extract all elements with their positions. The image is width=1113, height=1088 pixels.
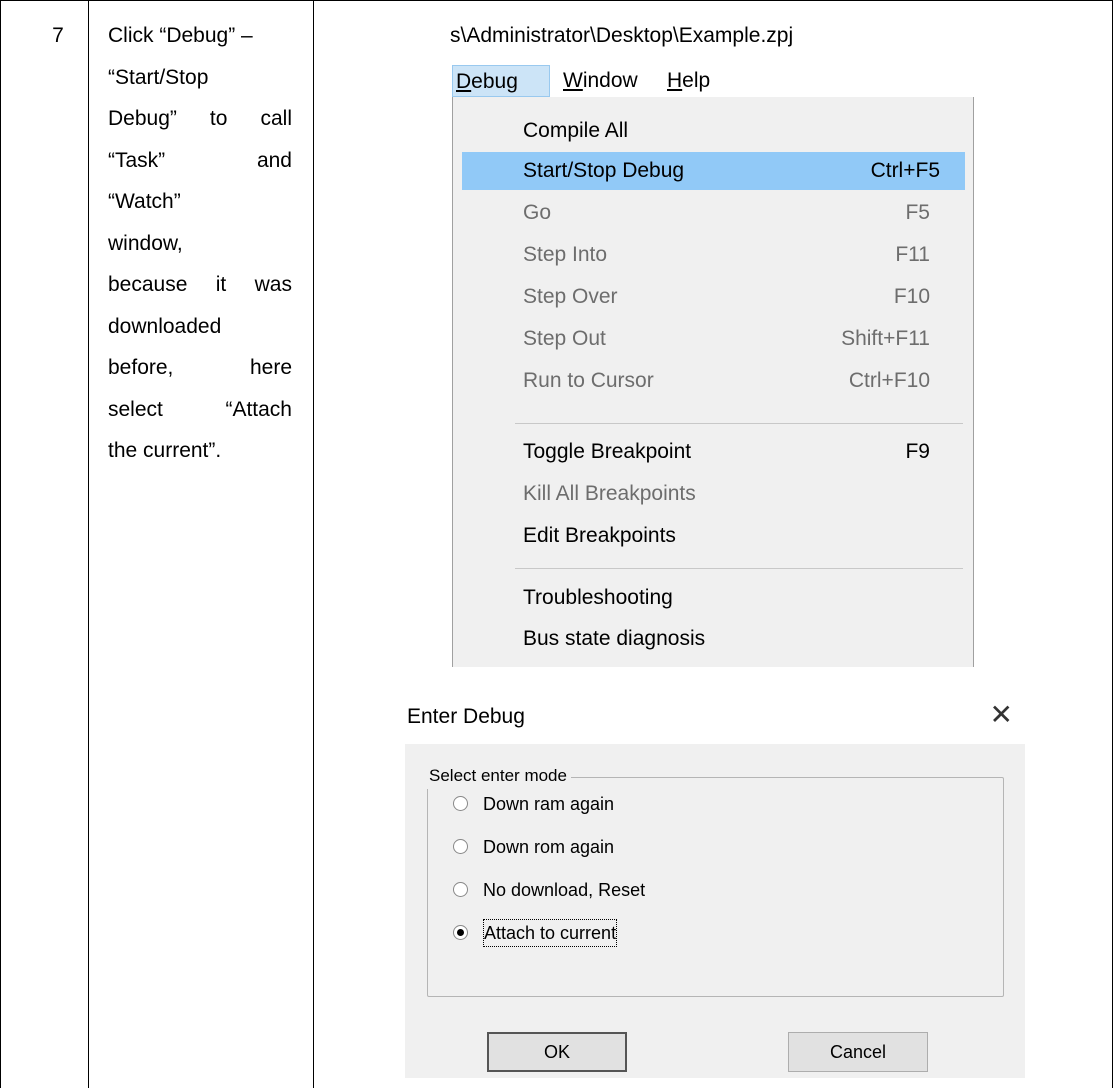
debug-menu-dropdown: Compile All Start/Stop Debug Ctrl+F5 Go … bbox=[452, 97, 974, 667]
menu-item-label: Run to Cursor bbox=[523, 369, 654, 392]
menu-item-compile-all[interactable]: Compile All bbox=[453, 112, 964, 150]
enter-debug-dialog: Enter Debug ✕ Select enter mode Down ram… bbox=[405, 690, 1025, 1078]
radio-label: Down rom again bbox=[483, 837, 615, 857]
instruction-line: before, here bbox=[108, 356, 292, 379]
radio-label: Attach to current bbox=[483, 919, 618, 947]
menu-item-label: Compile All bbox=[523, 119, 629, 142]
table-divider-2 bbox=[313, 0, 314, 1088]
menu-item-label: Step Out bbox=[523, 327, 606, 350]
menu-item-label: Step Into bbox=[523, 243, 608, 266]
menu-window-mnemonic: W bbox=[563, 69, 583, 92]
menu-item-step-out: Step Out Shift+F11 bbox=[453, 320, 964, 358]
close-icon[interactable]: ✕ bbox=[990, 700, 1013, 730]
instruction-line: “Task” and bbox=[108, 148, 292, 172]
menu-item-run-to-cursor: Run to Cursor Ctrl+F10 bbox=[453, 362, 964, 400]
instruction-line: downloaded bbox=[108, 314, 222, 338]
menu-item-label: Kill All Breakpoints bbox=[523, 482, 696, 505]
menu-item-shortcut: F5 bbox=[905, 201, 930, 224]
window-title: s\Administrator\Desktop\Example.zpj bbox=[450, 24, 794, 47]
instruction-text: Click “Debug” – “Start/Stop Debug” to ca… bbox=[108, 20, 292, 477]
menu-item-shortcut: Shift+F11 bbox=[841, 327, 930, 350]
instruction-line: window, bbox=[108, 231, 183, 255]
menu-debug-mnemonic: D bbox=[456, 70, 472, 93]
instruction-line: because it was bbox=[108, 273, 292, 296]
table-border-top bbox=[0, 0, 1113, 1]
menu-item-shortcut: Ctrl+F5 bbox=[870, 159, 940, 182]
menu-item-step-into: Step Into F11 bbox=[453, 236, 964, 274]
menu-help-rest: elp bbox=[682, 69, 711, 92]
menu-item-go: Go F5 bbox=[453, 194, 964, 232]
cancel-button[interactable]: Cancel bbox=[788, 1032, 928, 1072]
menu-item-label: Bus state diagnosis bbox=[523, 627, 706, 650]
instruction-line: Click “Debug” – bbox=[108, 24, 253, 47]
radio-button[interactable] bbox=[453, 839, 468, 854]
step-number: 7 bbox=[52, 24, 64, 47]
menu-separator bbox=[515, 568, 963, 569]
instruction-line: Debug” to call bbox=[108, 107, 292, 130]
instruction-line: “Watch” bbox=[108, 190, 181, 213]
instruction-line: the current”. bbox=[108, 439, 222, 462]
menu-item-label: Start/Stop Debug bbox=[523, 159, 685, 182]
radio-button[interactable] bbox=[453, 882, 468, 897]
menu-item-shortcut: Ctrl+F10 bbox=[848, 369, 930, 392]
radio-button-selected[interactable] bbox=[453, 925, 468, 940]
menu-window[interactable]: Window bbox=[563, 65, 638, 97]
dialog-body: Select enter mode Down ram again Down ro… bbox=[405, 744, 1025, 1078]
menu-item-label: Go bbox=[523, 201, 552, 224]
menu-separator bbox=[515, 423, 963, 424]
enter-mode-groupbox: Select enter mode Down ram again Down ro… bbox=[426, 763, 1004, 997]
menu-item-troubleshooting[interactable]: Troubleshooting bbox=[453, 579, 964, 617]
ok-button[interactable]: OK bbox=[487, 1032, 627, 1072]
menu-debug-rest: ebug bbox=[471, 70, 518, 93]
table-divider-1 bbox=[88, 0, 89, 1088]
radio-button[interactable] bbox=[453, 796, 468, 811]
menu-debug[interactable]: Debug bbox=[452, 65, 550, 97]
menu-item-label: Toggle Breakpoint bbox=[523, 440, 692, 463]
menu-item-label: Edit Breakpoints bbox=[523, 524, 676, 547]
menu-item-label: Step Over bbox=[523, 285, 618, 308]
menu-help-mnemonic: H bbox=[667, 69, 683, 92]
menu-item-shortcut: F11 bbox=[895, 243, 930, 266]
menu-item-step-over: Step Over F10 bbox=[453, 278, 964, 316]
menu-bar: Debug Window Help bbox=[450, 65, 980, 97]
menu-window-rest: indow bbox=[582, 69, 638, 92]
radio-label: No download, Reset bbox=[483, 880, 646, 900]
menu-item-bus-state-diagnosis[interactable]: Bus state diagnosis bbox=[453, 620, 964, 658]
table-border-left bbox=[0, 0, 1, 1088]
menu-item-label: Troubleshooting bbox=[523, 586, 673, 609]
instruction-line: select “Attach bbox=[108, 397, 292, 421]
radio-label: Down ram again bbox=[483, 794, 615, 814]
menu-item-edit-breakpoints[interactable]: Edit Breakpoints bbox=[453, 517, 964, 555]
menu-help[interactable]: Help bbox=[667, 65, 710, 97]
dialog-title: Enter Debug bbox=[407, 705, 525, 728]
menu-item-start-stop-debug[interactable]: Start/Stop Debug Ctrl+F5 bbox=[462, 152, 965, 190]
menu-item-toggle-breakpoint[interactable]: Toggle Breakpoint F9 bbox=[453, 433, 964, 471]
menu-item-shortcut: F9 bbox=[905, 440, 930, 463]
menu-item-shortcut: F10 bbox=[893, 285, 930, 308]
menu-item-kill-all-breakpoints: Kill All Breakpoints bbox=[453, 475, 964, 513]
instruction-line: “Start/Stop bbox=[108, 65, 209, 89]
group-label: Select enter mode bbox=[426, 763, 571, 789]
